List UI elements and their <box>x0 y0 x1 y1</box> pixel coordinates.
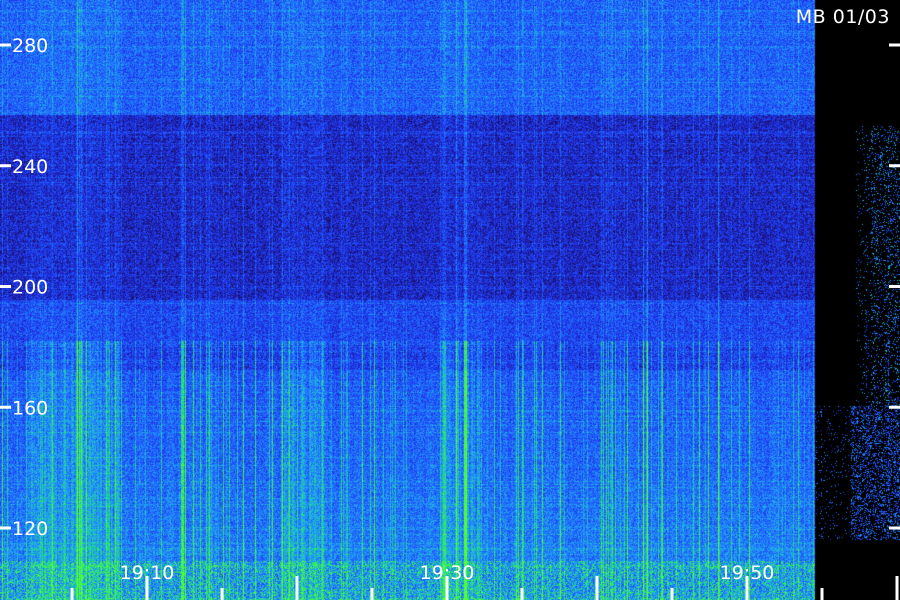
x-tick-label: 19:50 <box>720 562 775 584</box>
chart-overlay: 280 240 200 160 120 19:10 19:30 19:50 MB 01/03 <box>0 6 900 600</box>
y-tick-label: 240 <box>12 156 48 178</box>
x-tick-label: 19:10 <box>120 562 175 584</box>
y-tick-label: 280 <box>12 35 48 57</box>
y-tick-label: 120 <box>12 518 48 540</box>
spectrogram-chart: 280 240 200 160 120 19:10 19:30 19:50 MB 01/03 <box>0 0 900 600</box>
chart-title: MB 01/03 <box>796 6 890 28</box>
x-axis: 19:10 19:30 19:50 <box>70 562 899 600</box>
x-tick-label: 19:30 <box>420 562 475 584</box>
y-tick-label: 160 <box>12 397 48 419</box>
y-axis: 280 240 200 160 120 <box>0 35 900 540</box>
y-tick-label: 200 <box>12 277 48 299</box>
